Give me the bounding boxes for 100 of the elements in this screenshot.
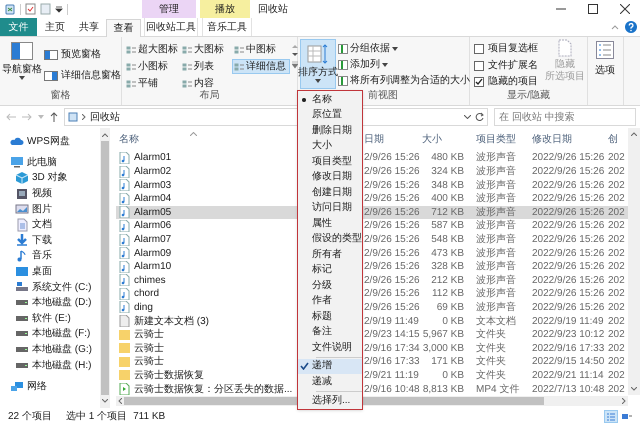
nav-item[interactable]: 视频 (0, 186, 100, 202)
expand-icon[interactable] (292, 61, 298, 69)
view-option[interactable]: 分组依据 (338, 42, 470, 55)
checkbox-label[interactable]: 文件扩展名 (488, 60, 538, 72)
menu-item[interactable]: 修改日期 (298, 170, 362, 185)
window-title: 回收站 (258, 2, 288, 16)
column-header[interactable]: 项目类型 (464, 132, 530, 148)
checkbox[interactable] (474, 44, 484, 54)
scroll-down-icon (631, 387, 637, 391)
nav-item[interactable]: 本地磁盘 (G:) (0, 342, 100, 358)
menu-item[interactable]: 递增 (298, 358, 362, 374)
layout-option[interactable]: 小图标 (124, 59, 180, 74)
table-cell-text: 2022/9/26 15:26 (531, 178, 606, 193)
nav-item[interactable]: 此电脑 (0, 154, 100, 170)
file-name: Alarm04 (134, 192, 172, 206)
nav-item[interactable]: WPS网盘 (0, 134, 100, 150)
column-icon (338, 44, 348, 54)
pane-option[interactable]: 详细信息窗格 (44, 70, 121, 82)
search-field[interactable]: 在 回收站 中搜索 (494, 108, 636, 126)
checkbox-label[interactable]: 项目复选框 (488, 42, 538, 55)
nav-item[interactable]: 图片 (0, 201, 100, 217)
refresh-icon[interactable] (475, 112, 484, 122)
nav-item[interactable]: 本地磁盘 (F:) (0, 326, 100, 342)
options-button[interactable]: 选项 (588, 39, 622, 89)
details-view-button[interactable] (604, 410, 618, 423)
menu-item[interactable]: 名称 (298, 92, 362, 108)
layout-option[interactable]: 平铺 (124, 76, 180, 91)
column-header[interactable]: 大小 (420, 132, 464, 148)
maximize-icon[interactable] (588, 4, 598, 14)
caret-icon (382, 62, 388, 66)
menu-item[interactable]: 选择列... (298, 392, 362, 408)
help-icon[interactable] (625, 21, 637, 33)
pane-icon (44, 50, 58, 60)
nav-item[interactable]: 文档 (0, 216, 100, 233)
drive-icon (16, 316, 28, 321)
menu-item[interactable]: 项目类型 (298, 154, 362, 170)
nav-item[interactable]: 本地磁盘 (D:) (0, 294, 100, 311)
table-cell-text: 202 (607, 342, 626, 356)
table-cell-text: 2022/9/26 15:26 (531, 233, 606, 247)
scrollbar[interactable] (628, 128, 640, 395)
table-cell-text: 2022/9/19 11:49 (531, 314, 605, 329)
sort-by-button[interactable]: 排序方式 (300, 39, 336, 89)
layout-option[interactable]: 列表 (180, 59, 232, 74)
column-header[interactable]: 日期 (362, 132, 420, 148)
collapse-ribbon-icon[interactable] (611, 24, 619, 30)
scrollbar[interactable] (100, 128, 110, 408)
audio-file-icon (119, 301, 130, 314)
menu-item[interactable]: 假设的类型 (298, 232, 362, 247)
folder-icon (119, 356, 130, 368)
navigation-pane-button[interactable]: 导航窗格 (0, 39, 44, 89)
menu-item[interactable]: 删除日期 (298, 123, 362, 138)
nav-item[interactable]: 下载 (0, 232, 100, 248)
layout-option[interactable]: 大图标 (180, 42, 232, 57)
caret-icon (392, 46, 398, 50)
table-cell-text: 2/9/26 15:26 (363, 287, 420, 302)
layout-option[interactable]: 内容 (180, 76, 232, 91)
column-header[interactable]: 创 (606, 132, 628, 148)
document-check-icon[interactable] (25, 3, 36, 15)
context-tab-label: 管理 (142, 0, 196, 18)
menu-item[interactable]: 文件说明 (298, 340, 362, 356)
pane-option[interactable]: 预览窗格 (44, 49, 121, 61)
view-icon (182, 46, 192, 54)
menu-item[interactable]: 标记 (298, 262, 362, 278)
column-header[interactable]: 修改日期 (530, 132, 606, 148)
ribbon-tab[interactable]: 主页 (37, 18, 73, 36)
menu-item[interactable]: 标题 (298, 309, 362, 324)
menu-item[interactable]: 原位置 (298, 108, 362, 123)
menu-item[interactable]: 创建日期 (298, 185, 362, 200)
nav-item[interactable]: 网络 (0, 378, 100, 394)
close-icon[interactable] (620, 4, 630, 14)
menu-item[interactable]: 所有者 (298, 247, 362, 262)
scroll-down-icon[interactable] (292, 52, 298, 58)
ribbon-tab[interactable]: 文件 (0, 18, 37, 36)
layout-option[interactable]: 超大图标 (124, 42, 180, 57)
view-option[interactable]: 添加列 (338, 58, 470, 71)
layout-option[interactable]: 中图标 (232, 42, 290, 57)
menu-item[interactable]: 备注 (298, 324, 362, 340)
nav-item[interactable]: 软件 (E:) (0, 310, 100, 326)
nav-item[interactable]: 系统文件 (C:) (0, 279, 100, 295)
checkbox[interactable] (474, 60, 484, 70)
checkbox[interactable] (474, 77, 484, 88)
layout-option[interactable]: 详细信息 (232, 59, 290, 74)
nav-item[interactable]: 本地磁盘 (H:) (0, 357, 100, 373)
file-name: 云骑士数据恢复：分区丢失的数据... (134, 382, 292, 397)
menu-item[interactable]: 大小 (298, 138, 362, 154)
dropdown-icon[interactable] (55, 5, 63, 13)
drive-icon (16, 300, 28, 306)
up-icon[interactable] (50, 112, 58, 122)
nav-item[interactable]: 音乐 (0, 248, 100, 264)
ribbon-tab[interactable]: 查看 (106, 19, 141, 37)
ribbon-tab[interactable]: 共享 (73, 18, 105, 36)
menu-item[interactable]: 分级 (298, 278, 362, 294)
nav-item[interactable]: 3D 对象 (0, 170, 100, 186)
table-cell-text: 文件夹 (475, 368, 507, 383)
menu-item[interactable]: 作者 (298, 294, 362, 309)
nav-item[interactable]: 桌面 (0, 264, 100, 280)
table-cell-text: 波形声音 (475, 286, 517, 302)
checkbox-label[interactable]: 隐藏的项目 (488, 76, 538, 88)
view-option[interactable]: 将所有列调整为合适的大小 (338, 74, 470, 87)
menu-item[interactable]: 递减 (298, 374, 362, 390)
